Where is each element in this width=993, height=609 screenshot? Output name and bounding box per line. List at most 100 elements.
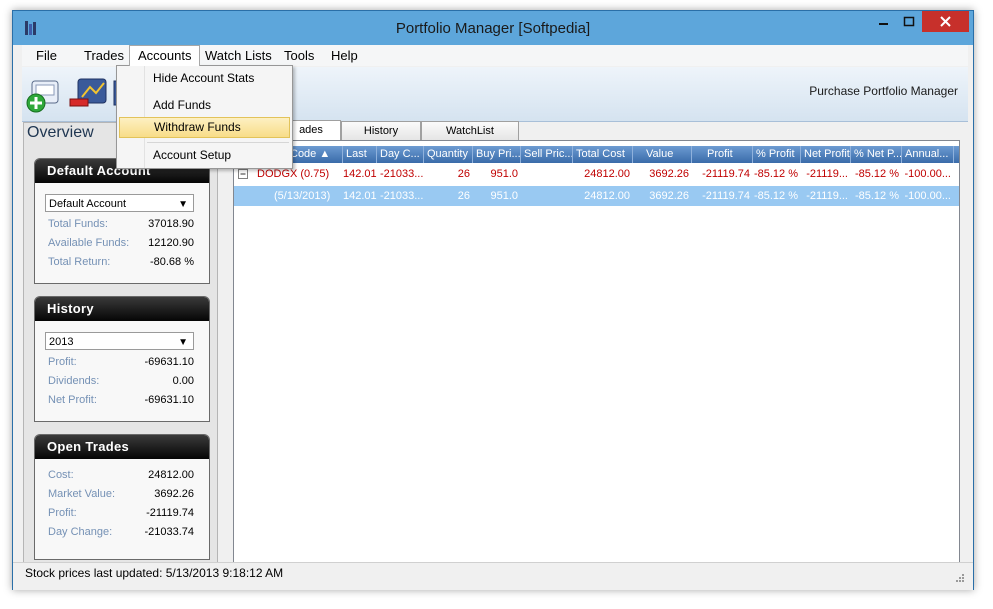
stat-label: Profit: (48, 356, 77, 368)
minimize-icon (879, 23, 888, 25)
chevron-down-icon: ▼ (178, 199, 188, 210)
cell-buy-price: 951.0 (490, 190, 518, 202)
history-title: History (35, 297, 209, 321)
col-annual[interactable]: Annual... (902, 146, 954, 163)
stat-label: Profit: (48, 507, 77, 519)
remove-trade-icon[interactable] (68, 75, 112, 115)
table-row[interactable]: DODGX (0.75) 142.01 -21033... 26 951.0 2… (234, 164, 959, 184)
default-account-panel: Default Account Default Account ▼ Total … (34, 158, 210, 284)
col-profit[interactable]: Profit (692, 146, 753, 163)
trades-grid: Code ▲ Last Day C... Quantity Buy Pri...… (233, 140, 960, 567)
menu-help[interactable]: Help (323, 45, 366, 66)
stat-label: Total Funds: (48, 218, 108, 230)
cell-profit: -21119.74 (702, 190, 750, 202)
stat-row: Day Change: -21033.74 (48, 523, 194, 541)
sort-ascending-icon: ▲ (319, 148, 331, 160)
collapse-icon[interactable] (238, 169, 248, 179)
stat-row: Cost: 24812.00 (48, 466, 194, 484)
tab-strip: ades History WatchList (233, 120, 958, 141)
col-quantity[interactable]: Quantity (424, 146, 473, 163)
window-title: Portfolio Manager [Softpedia] (395, 20, 591, 37)
stat-value: 3692.26 (154, 488, 194, 500)
cell-last: 142.01 (343, 190, 377, 202)
stat-value: 37018.90 (148, 218, 194, 230)
open-trades-title: Open Trades (35, 435, 209, 459)
year-select[interactable]: 2013 ▼ (45, 332, 194, 350)
col-total-cost[interactable]: Total Cost (573, 146, 633, 163)
open-trades-panel: Open Trades Cost: 24812.00 Market Value: 3… (34, 434, 210, 560)
menu-separator (147, 142, 289, 143)
cell-net-profit: -21119... (806, 190, 848, 202)
cell-quantity: 26 (457, 168, 470, 180)
overview-title: Overview (27, 124, 94, 141)
stat-row: Net Profit: -69631.10 (48, 391, 194, 409)
col-day-change[interactable]: Day C... (377, 146, 424, 163)
cell-code: (5/13/2013) (274, 190, 331, 202)
menu-file[interactable]: File (28, 45, 65, 66)
menu-item-withdraw-funds[interactable]: Withdraw Funds (119, 117, 290, 138)
stat-value: -21033.74 (144, 526, 194, 538)
purchase-link[interactable]: Purchase Portfolio Manager (809, 84, 958, 98)
menu-item-add-funds[interactable]: Add Funds (119, 94, 290, 116)
stat-label: Net Profit: (48, 394, 97, 406)
stat-label: Total Return: (48, 256, 111, 268)
menu-watch-lists[interactable]: Watch Lists (197, 45, 280, 66)
cell-pct-profit: -85.12 % (753, 168, 798, 180)
maximize-button[interactable] (896, 11, 922, 32)
col-pct-net-profit[interactable]: % Net P... (851, 146, 902, 163)
maximize-icon (903, 16, 915, 27)
col-last[interactable]: Last (343, 146, 377, 163)
stat-value: -21119.74 (146, 507, 194, 519)
col-net-profit[interactable]: Net Profit (801, 146, 851, 163)
col-sell-price[interactable]: Sell Pric... (521, 146, 573, 163)
cell-annual: -100.00... (904, 168, 951, 180)
menu-tools[interactable]: Tools (276, 45, 322, 66)
title-bar[interactable]: Portfolio Manager [Softpedia] (13, 11, 973, 45)
close-button[interactable] (922, 11, 969, 32)
grid-header: Code ▲ Last Day C... Quantity Buy Pri...… (234, 146, 959, 163)
cell-total-cost: 24812.00 (584, 168, 630, 180)
cell-value: 3692.26 (649, 190, 689, 202)
cell-annual: -100.00... (904, 190, 951, 202)
account-select[interactable]: Default Account ▼ (45, 194, 194, 212)
add-trade-icon[interactable] (24, 75, 68, 115)
stat-row: Profit: -21119.74 (48, 504, 194, 522)
stat-value: 0.00 (172, 375, 194, 387)
menu-item-hide-account-stats[interactable]: Hide Account Stats (119, 67, 290, 89)
menu-trades[interactable]: Trades (76, 45, 132, 66)
stat-label: Dividends: (48, 375, 100, 387)
close-icon (940, 16, 951, 27)
overview-panel: Overview Default Account Default Account… (23, 122, 218, 568)
cell-profit: -21119.74 (702, 168, 750, 180)
stat-row: Market Value: 3692.26 (48, 485, 194, 503)
menu-bar: File Trades Accounts Watch Lists Tools H… (22, 45, 968, 66)
minimize-button[interactable] (870, 11, 896, 32)
stat-label: Market Value: (48, 488, 116, 500)
menu-accounts[interactable]: Accounts (129, 45, 201, 66)
cell-pct-net-profit: -85.12 % (854, 168, 899, 180)
stat-row: Total Return: -80.68 % (48, 253, 194, 271)
col-pct-profit[interactable]: % Profit (753, 146, 801, 163)
cell-last: 142.01 (343, 168, 377, 180)
cell-day-change: -21033... (380, 168, 424, 180)
cell-day-change: -21033... (380, 190, 424, 202)
resize-grip-icon[interactable] (955, 573, 965, 583)
year-select-value: 2013 (49, 336, 74, 348)
menu-item-account-setup[interactable]: Account Setup (119, 144, 290, 166)
table-row[interactable]: (5/13/2013) 142.01 -21033... 26 951.0 24… (234, 186, 959, 206)
tab-watchlist[interactable]: WatchList (421, 121, 519, 140)
stat-value: -80.68 % (149, 256, 194, 268)
accounts-dropdown-menu: Hide Account Stats Add Funds Withdraw Fu… (116, 65, 293, 169)
stat-label: Cost: (48, 469, 74, 481)
col-buy-price[interactable]: Buy Pri... (473, 146, 521, 163)
cell-pct-profit: -85.12 % (753, 190, 798, 202)
stat-label: Day Change: (48, 526, 113, 538)
cell-pct-net-profit: -85.12 % (854, 190, 899, 202)
history-panel: History 2013 ▼ Profit: -69631.10 Dividend… (34, 296, 210, 422)
tab-history[interactable]: History (341, 121, 421, 140)
status-bar: Stock prices last updated: 5/13/2013 9:1… (13, 562, 973, 590)
stat-value: 12120.90 (148, 237, 194, 249)
cell-net-profit: -21119... (806, 168, 848, 180)
stat-label: Available Funds: (48, 237, 130, 249)
col-value[interactable]: Value (633, 146, 692, 163)
